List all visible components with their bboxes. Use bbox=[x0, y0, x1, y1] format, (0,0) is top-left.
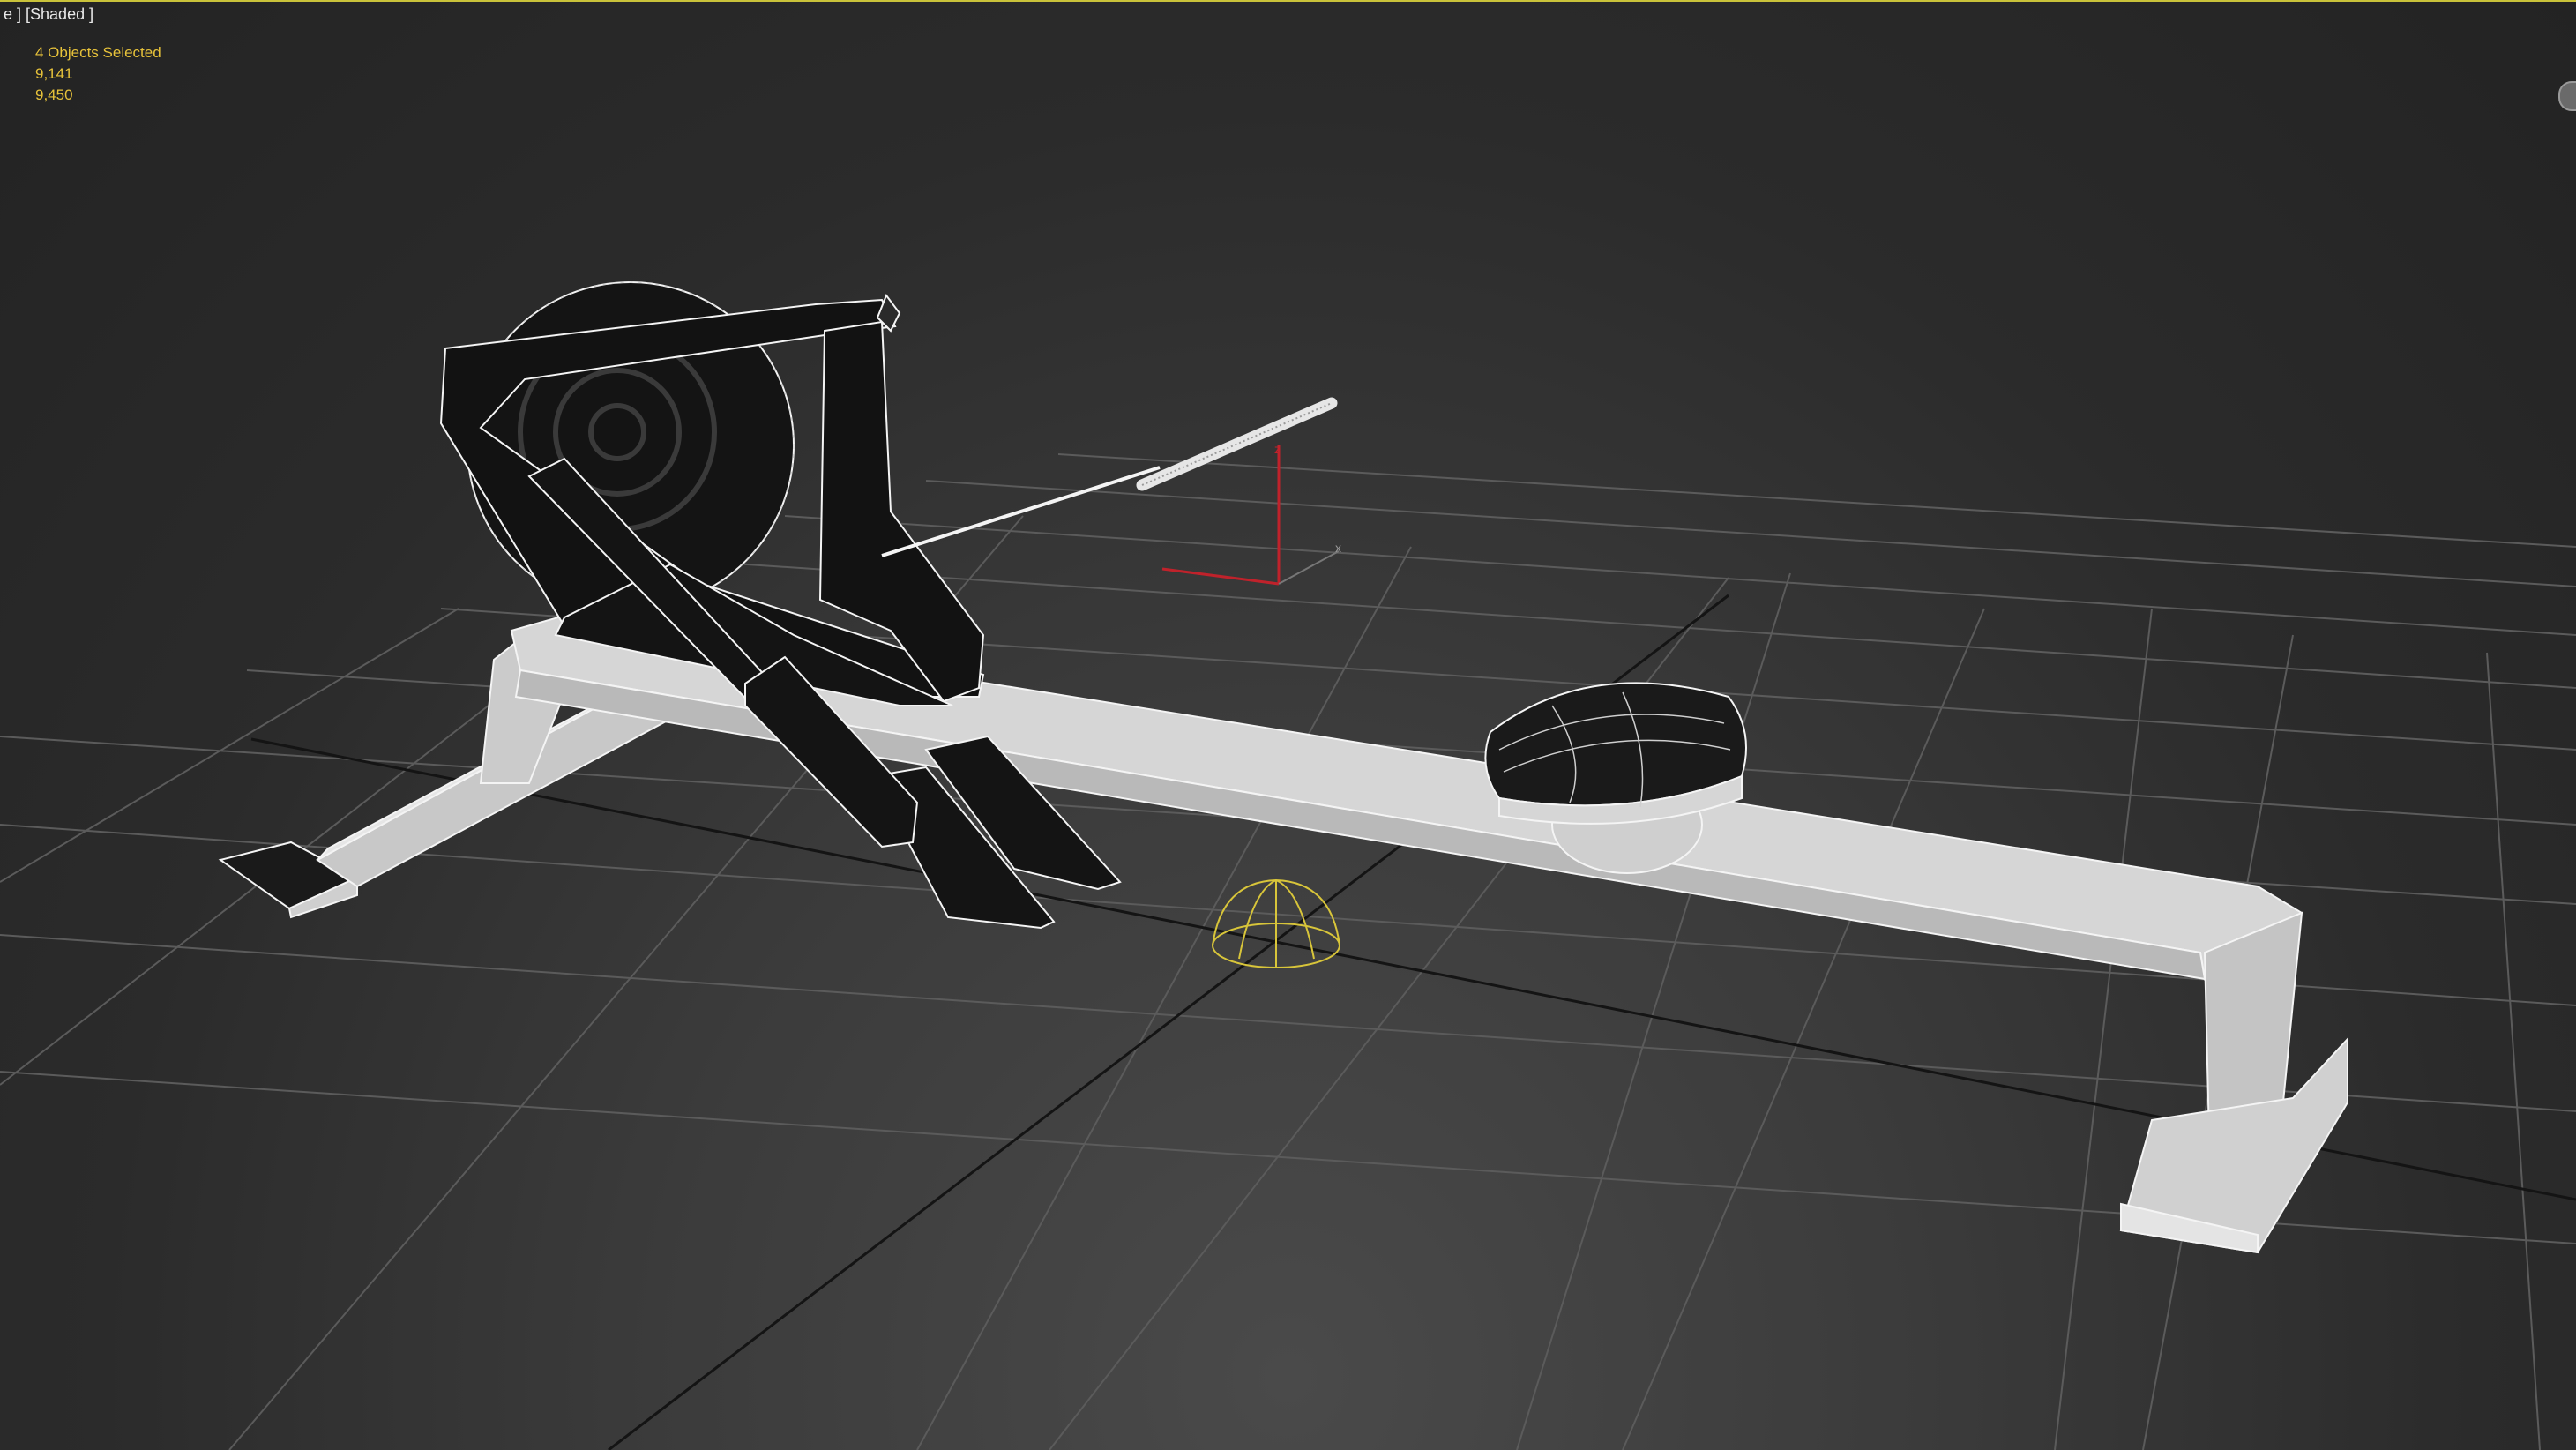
viewport-label-shading[interactable]: [Shaded ] bbox=[26, 5, 93, 23]
omni-light-icon[interactable] bbox=[1212, 878, 1340, 968]
row-handle[interactable] bbox=[881, 397, 1338, 557]
viewport-edge-handle-icon[interactable] bbox=[2558, 81, 2576, 111]
stats-polys: 9,141 bbox=[35, 65, 73, 82]
stats-verts: 9,450 bbox=[35, 86, 73, 103]
perspective-viewport[interactable]: z x e] [Shaded] 4 Objects Selected 9,1… bbox=[0, 0, 2576, 1450]
gizmo-z-label: z bbox=[1274, 442, 1281, 456]
stats-selection-key bbox=[0, 42, 35, 64]
scene-canvas[interactable]: z x bbox=[0, 0, 2576, 1450]
stats-selection: 4 Objects Selected bbox=[35, 44, 161, 61]
viewport-label-menu[interactable]: e ] [Shaded ] bbox=[0, 2, 97, 26]
flywheel-assembly[interactable] bbox=[439, 281, 1122, 930]
viewport-label-left[interactable]: e ] bbox=[4, 5, 21, 23]
viewport-statistics: 4 Objects Selected 9,141 9,450 bbox=[0, 42, 161, 106]
gizmo-x-label: x bbox=[1335, 541, 1341, 555]
stats-polys-key bbox=[0, 64, 35, 85]
stats-verts-key bbox=[0, 85, 35, 106]
